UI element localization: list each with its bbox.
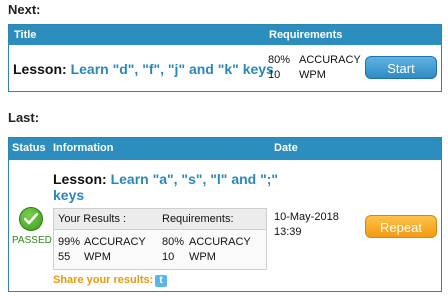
- last-lesson-link[interactable]: Learn "a", "s", "l" and ";": [111, 171, 278, 187]
- column-date: Date: [274, 142, 298, 154]
- req-accuracy-value: 80%: [162, 236, 185, 248]
- start-button[interactable]: Start: [365, 56, 437, 79]
- req-wpm-value: 10: [268, 69, 281, 81]
- status-passed: PASSED: [12, 235, 52, 246]
- next-table-header: Title Requirements: [9, 25, 441, 45]
- requirements-label: Requirements:: [162, 213, 234, 225]
- column-status: Status: [12, 142, 46, 154]
- results-box: Your Results : Requirements: 99% ACCURAC…: [53, 208, 267, 270]
- req-accuracy-value: 80%: [268, 54, 291, 66]
- req-wpm-value: 10: [162, 251, 175, 263]
- last-lesson-title: Lesson: Learn "a", "s", "l" and ";" keys: [53, 171, 278, 203]
- date-value: 10-May-2018: [274, 211, 339, 223]
- next-lesson-title: Lesson: Learn "d", "f", "j" and "k" keys: [13, 61, 274, 77]
- twitter-share-icon[interactable]: t: [155, 275, 167, 287]
- result-accuracy-value: 99%: [58, 236, 81, 248]
- result-wpm-label: WPM: [84, 251, 111, 263]
- repeat-button[interactable]: Repeat: [365, 215, 437, 238]
- time-value: 13:39: [274, 226, 302, 238]
- column-information: Information: [53, 142, 114, 154]
- next-heading: Next:: [8, 2, 41, 17]
- req-wpm-label: WPM: [189, 251, 216, 263]
- req-accuracy-label: ACCURACY: [299, 54, 361, 66]
- last-lesson-link-cont[interactable]: keys: [53, 187, 84, 203]
- share-results-label: Share your results:: [53, 274, 154, 286]
- next-lesson-link[interactable]: Learn "d", "f", "j" and "k" keys: [71, 61, 274, 77]
- your-results-label: Your Results :: [58, 213, 127, 225]
- req-accuracy-label: ACCURACY: [189, 236, 251, 248]
- passed-check-icon: [19, 207, 43, 231]
- result-wpm-value: 55: [58, 251, 71, 263]
- last-lesson-panel: Status Information Date PASSED Lesson: L…: [8, 137, 442, 292]
- result-accuracy-label: ACCURACY: [84, 236, 146, 248]
- lesson-prefix: Lesson:: [53, 171, 107, 187]
- last-table-header: Status Information Date: [9, 138, 441, 160]
- lesson-prefix: Lesson:: [13, 61, 67, 77]
- next-lesson-panel: Title Requirements Lesson: Learn "d", "f…: [8, 24, 442, 92]
- req-wpm-label: WPM: [299, 69, 326, 81]
- column-requirements: Requirements: [269, 29, 343, 41]
- column-title: Title: [14, 29, 37, 41]
- last-heading: Last:: [8, 110, 40, 125]
